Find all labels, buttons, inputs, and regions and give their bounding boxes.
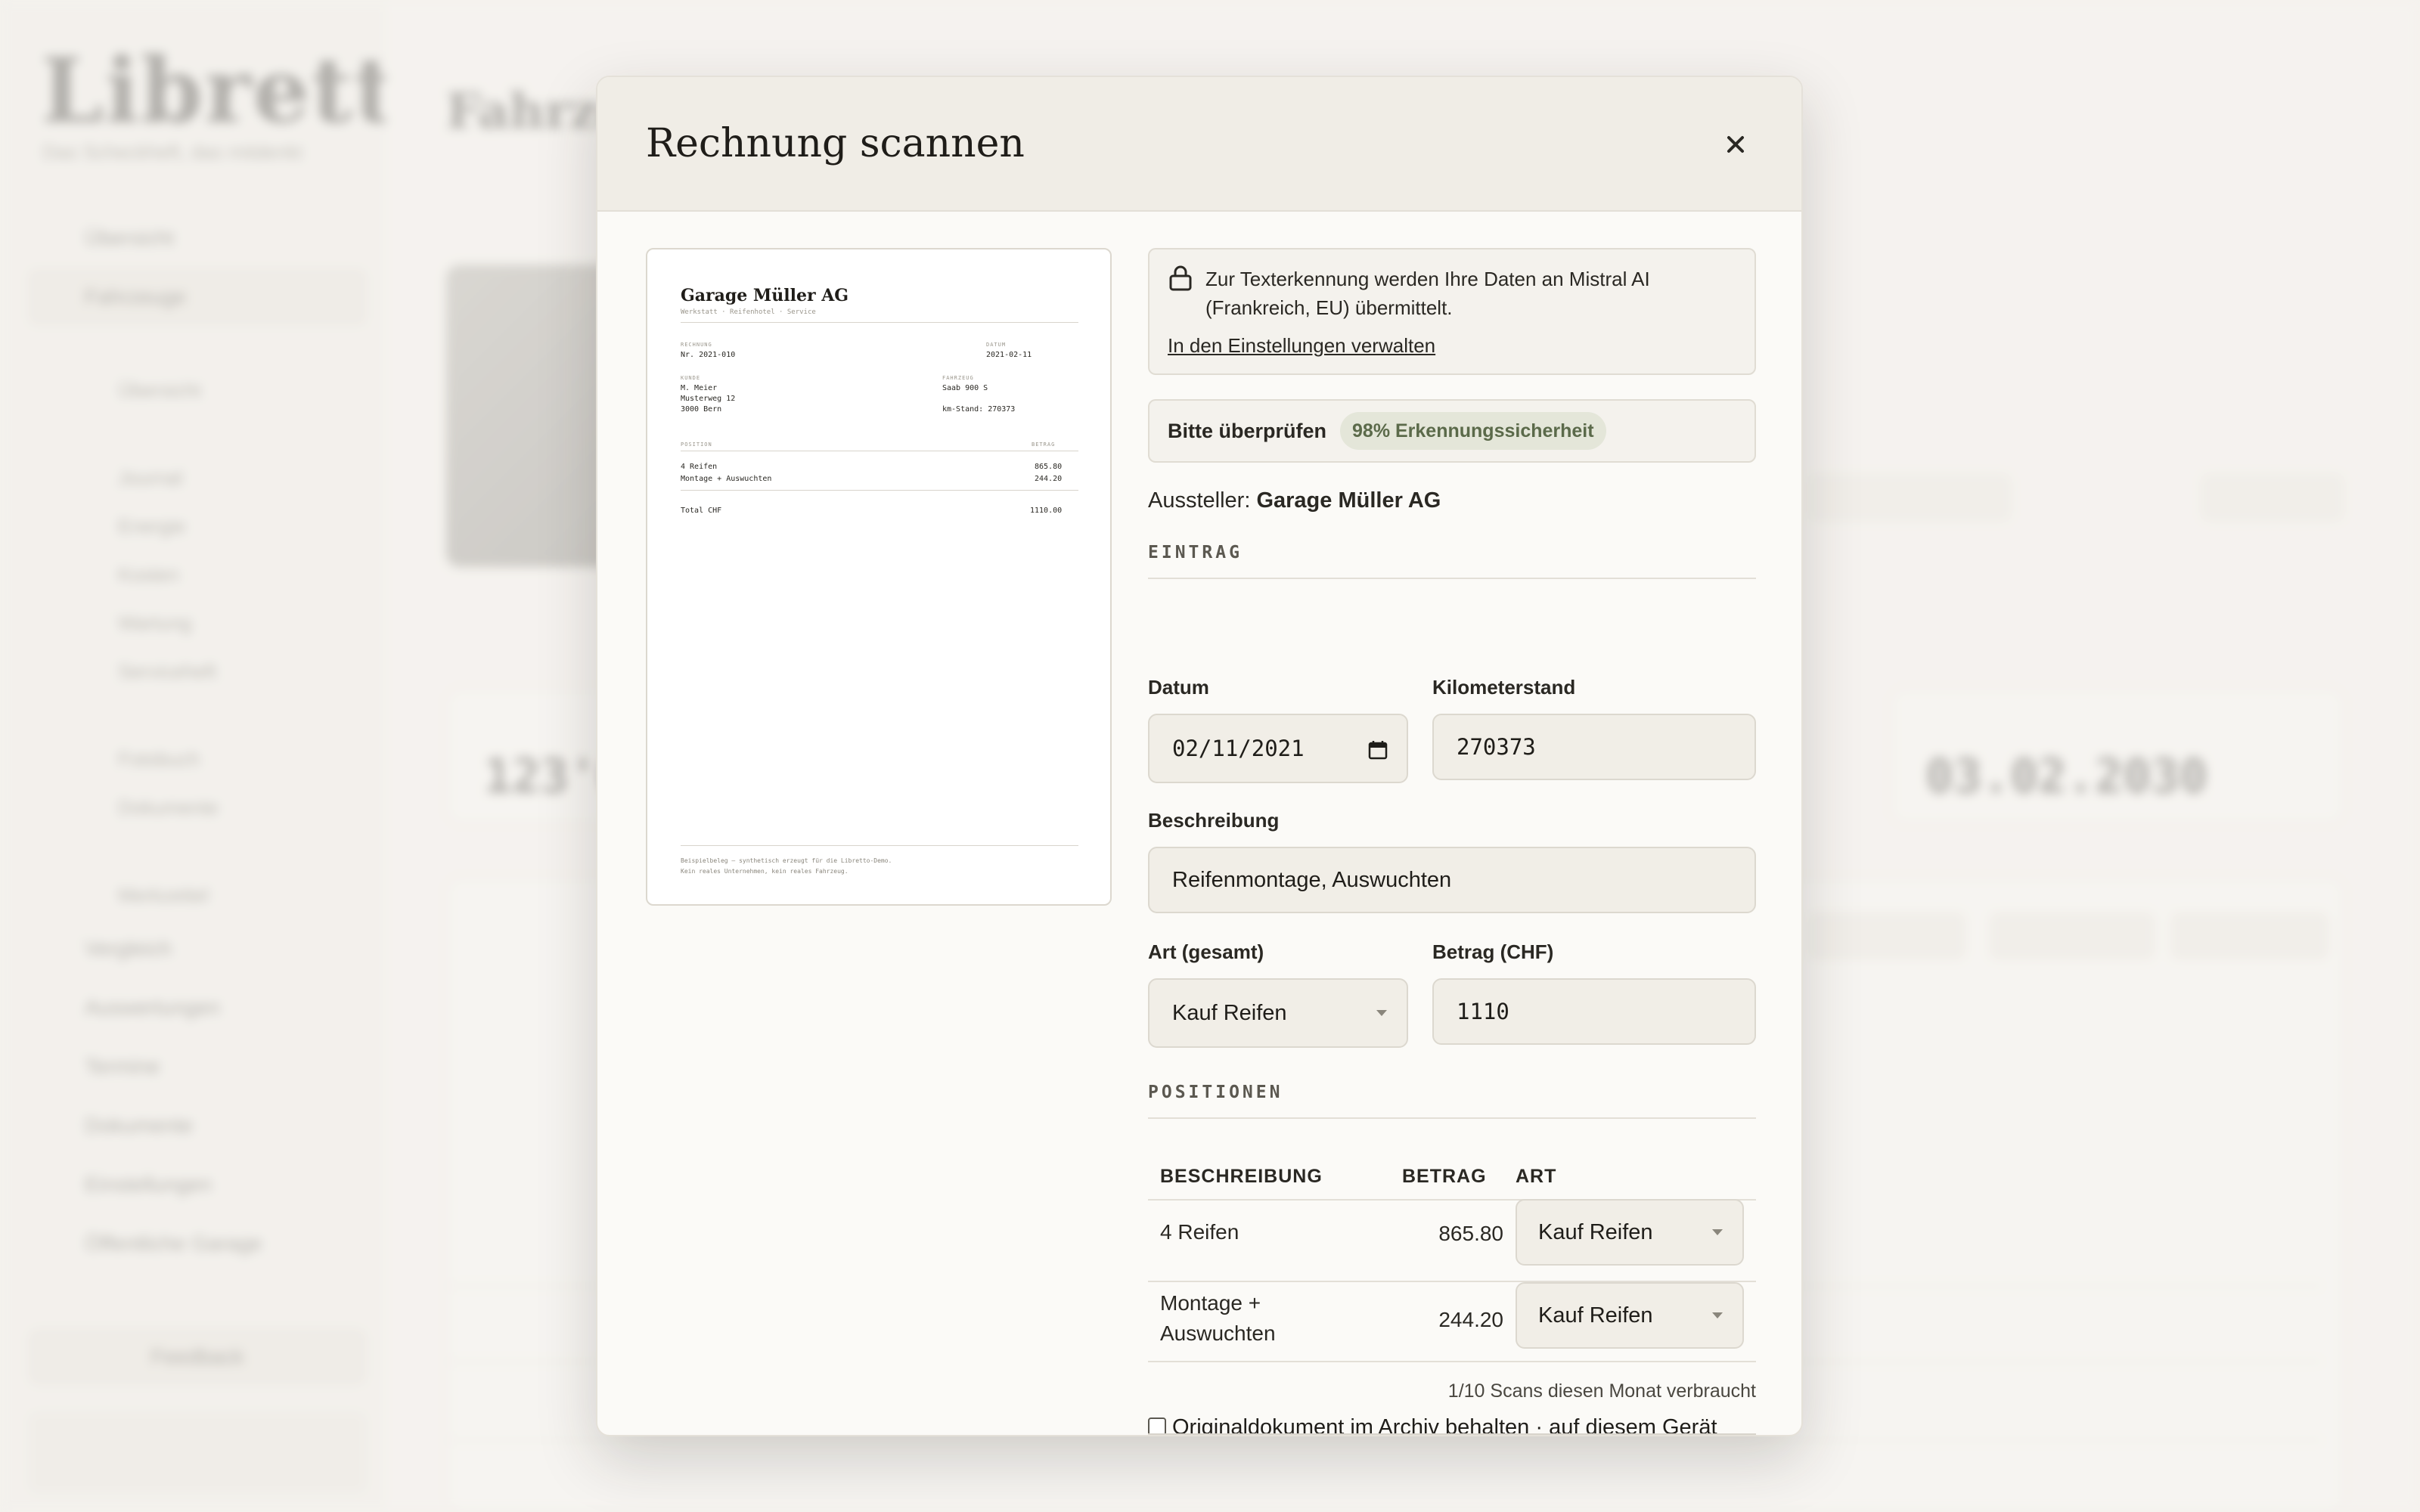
preview-pos2-amount: 244.20 bbox=[1035, 475, 1063, 483]
preview-divider bbox=[681, 845, 1078, 846]
col-description: BESCHREIBUNG bbox=[1160, 1166, 1323, 1187]
preview-customer-street: Musterweg 12 bbox=[681, 395, 736, 403]
preview-km: km-Stand: 270373 bbox=[942, 405, 1016, 414]
preview-pos1: 4 Reifen bbox=[681, 463, 718, 471]
chevron-down-icon bbox=[1712, 1312, 1723, 1318]
preview-footnote: Beispielbeleg – synthetisch erzeugt für … bbox=[681, 857, 892, 864]
close-icon bbox=[1727, 136, 1744, 153]
row-divider bbox=[1148, 1361, 1756, 1362]
preview-customer-name: M. Meier bbox=[681, 384, 718, 392]
preview-footnote: Kein reales Unternehmen, kein reales Fah… bbox=[681, 868, 849, 875]
date-label: Datum bbox=[1148, 676, 1209, 699]
privacy-notice-text: Zur Texterkennung werden Ihre Daten an M… bbox=[1205, 268, 1650, 319]
preview-pos1-amount: 865.80 bbox=[1035, 463, 1063, 471]
dialog-header: Rechnung scannen bbox=[597, 77, 1801, 212]
row-amount: 244.20 bbox=[1438, 1308, 1503, 1331]
preview-invoice-number: Nr. 2021-010 bbox=[681, 351, 736, 359]
scan-invoice-dialog: Rechnung scannen Garage Müller AG Werkst… bbox=[596, 76, 1803, 1436]
type-select[interactable]: Kauf Reifen bbox=[1148, 978, 1408, 1048]
col-type: ART bbox=[1516, 1166, 1557, 1187]
calendar-icon[interactable] bbox=[1367, 739, 1388, 761]
issuer-name: Garage Müller AG bbox=[1256, 488, 1441, 513]
col-amount: BETRAG bbox=[1402, 1166, 1487, 1187]
row-type-value: Kauf Reifen bbox=[1538, 1303, 1653, 1328]
lock-icon bbox=[1169, 265, 1192, 291]
section-positions: POSITIONEN bbox=[1148, 1083, 1756, 1119]
review-label: Bitte überprüfen bbox=[1168, 419, 1327, 442]
section-entry: EINTRAG bbox=[1148, 543, 1756, 579]
issuer-label: Aussteller: bbox=[1148, 488, 1251, 513]
scan-quota: 1/10 Scans diesen Monat verbraucht bbox=[1447, 1380, 1756, 1402]
preview-cap-vehicle: FAHRZEUG bbox=[942, 375, 974, 381]
preview-cap-customer: KUNDE bbox=[681, 375, 701, 381]
preview-divider bbox=[681, 490, 1078, 491]
preview-total: 1110.00 bbox=[1030, 507, 1063, 515]
row-type-select[interactable]: Kauf Reifen bbox=[1516, 1199, 1744, 1266]
dialog-title: Rechnung scannen bbox=[646, 121, 1025, 166]
row-type-value: Kauf Reifen bbox=[1538, 1219, 1653, 1244]
preview-vehicle: Saab 900 S bbox=[942, 384, 988, 392]
review-banner: Bitte überprüfen 98% Erkennungssicherhei… bbox=[1148, 399, 1756, 463]
row-amount: 865.80 bbox=[1438, 1222, 1503, 1245]
preview-cap-position: POSITION bbox=[681, 442, 712, 448]
preview-tagline: Werkstatt · Reifenhotel · Service bbox=[681, 308, 816, 316]
issuer: Aussteller: Garage Müller AG bbox=[1148, 488, 1441, 513]
preview-divider bbox=[681, 322, 1078, 323]
type-value: Kauf Reifen bbox=[1172, 1000, 1287, 1025]
keep-original-option[interactable]: Originaldokument im Archiv behalten · au… bbox=[1148, 1411, 1756, 1435]
row-description: Montage + Auswuchten bbox=[1160, 1291, 1276, 1345]
amount-input[interactable]: 1110 bbox=[1432, 978, 1756, 1045]
preview-company: Garage Müller AG bbox=[681, 286, 849, 305]
description-input[interactable]: Reifenmontage, Auswuchten bbox=[1148, 847, 1756, 913]
km-input[interactable]: 270373 bbox=[1432, 714, 1756, 780]
row-description: 4 Reifen bbox=[1160, 1220, 1239, 1244]
preview-total-label: Total CHF bbox=[681, 507, 722, 515]
invoice-preview: Garage Müller AG Werkstatt · Reifenhotel… bbox=[646, 248, 1112, 906]
privacy-notice: Zur Texterkennung werden Ihre Daten an M… bbox=[1148, 248, 1756, 375]
preview-customer-city: 3000 Bern bbox=[681, 405, 722, 414]
chevron-down-icon bbox=[1712, 1229, 1723, 1235]
date-input[interactable]: 02/11/2021 bbox=[1148, 714, 1408, 783]
row-type-select[interactable]: Kauf Reifen bbox=[1516, 1282, 1744, 1349]
confidence-badge: 98% Erkennungssicherheit bbox=[1340, 412, 1606, 450]
km-label: Kilometerstand bbox=[1432, 676, 1576, 699]
preview-cap-amount: BETRAG bbox=[1032, 442, 1056, 448]
preview-cap-invoice: RECHNUNG bbox=[681, 342, 712, 348]
date-value: 02/11/2021 bbox=[1172, 736, 1305, 761]
preview-date: 2021-02-11 bbox=[986, 351, 1032, 359]
type-label: Art (gesamt) bbox=[1148, 940, 1264, 963]
description-label: Beschreibung bbox=[1148, 809, 1280, 832]
chevron-down-icon bbox=[1376, 1010, 1387, 1016]
preview-cap-date: DATUM bbox=[986, 342, 1007, 348]
close-button[interactable] bbox=[1717, 125, 1754, 163]
manage-settings-link[interactable]: In den Einstellungen verwalten bbox=[1168, 334, 1435, 358]
amount-label: Betrag (CHF) bbox=[1432, 940, 1554, 963]
footer-divider bbox=[1148, 1433, 1756, 1435]
preview-pos2: Montage + Auswuchten bbox=[681, 475, 772, 483]
